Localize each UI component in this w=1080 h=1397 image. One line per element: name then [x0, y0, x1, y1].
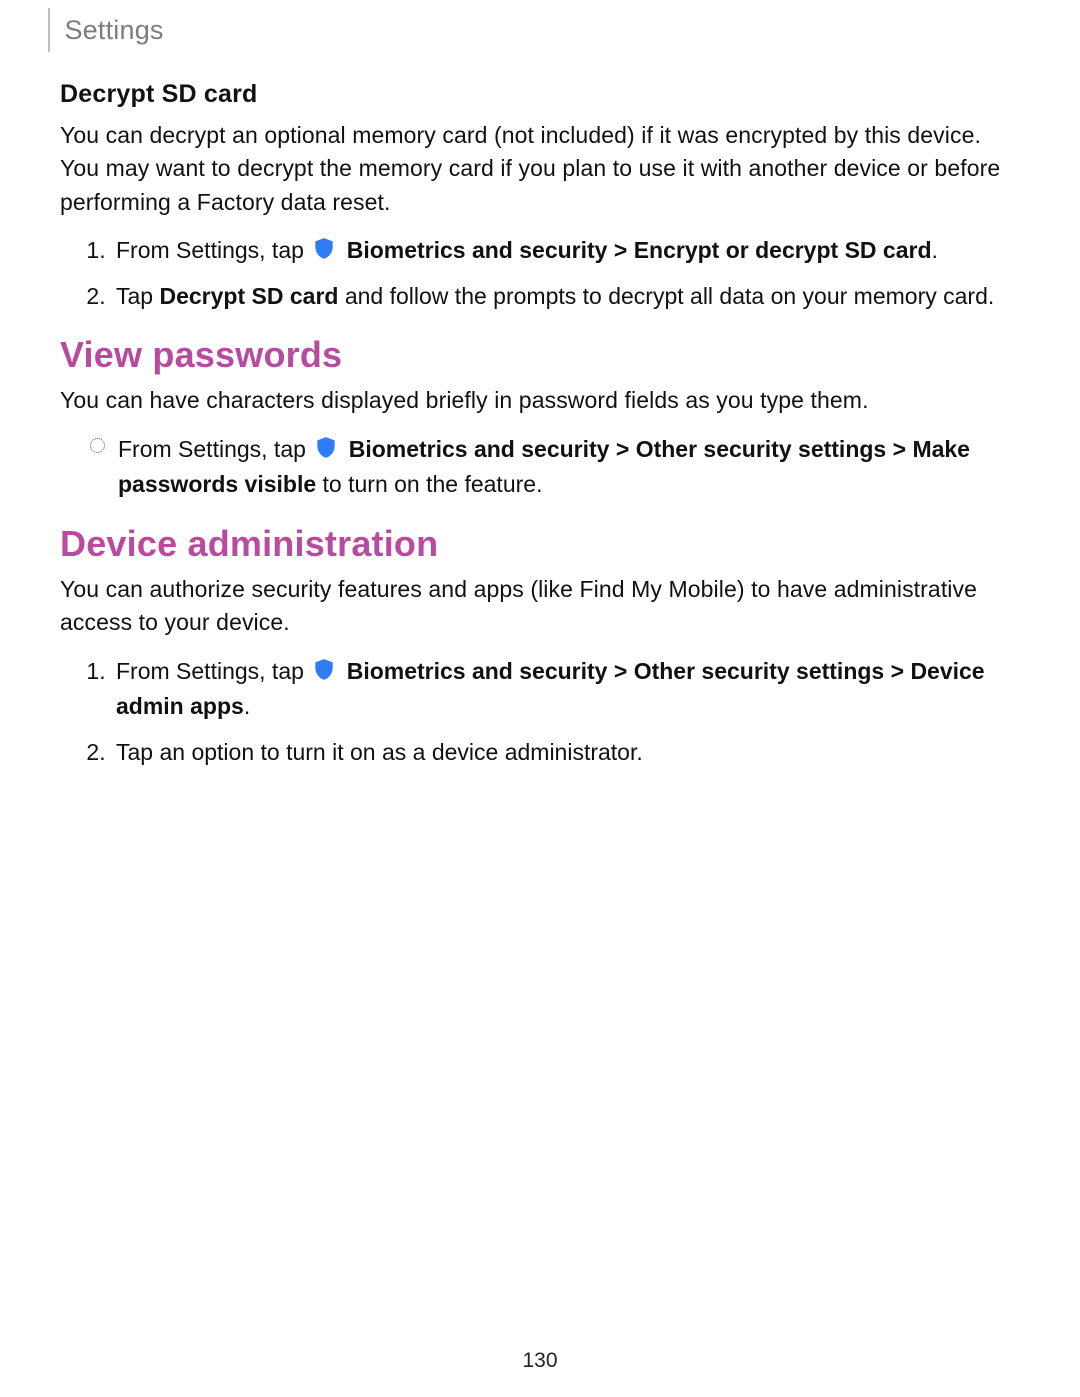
view-passwords-bullet: From Settings, tap Biometrics and securi… — [90, 432, 1020, 503]
decrypt-sd-step-2: Tap Decrypt SD card and follow the promp… — [112, 279, 1020, 315]
page-header: Settings — [48, 0, 1020, 58]
shield-icon — [311, 657, 337, 683]
text: . — [932, 237, 938, 263]
bold-text: Biometrics and security — [349, 436, 610, 462]
shield-icon — [311, 236, 337, 262]
decrypt-sd-intro: You can decrypt an optional memory card … — [60, 119, 1020, 219]
section-title-view-passwords: View passwords — [60, 334, 1020, 376]
view-passwords-bullets: From Settings, tap Biometrics and securi… — [60, 432, 1020, 503]
text: From Settings, tap — [118, 436, 312, 462]
bold-text: Other security settings — [634, 658, 885, 684]
chevron-right-icon: > — [616, 436, 629, 462]
text: From Settings, tap — [116, 658, 310, 684]
section-title-device-admin: Device administration — [60, 523, 1020, 565]
header-title: Settings — [64, 15, 163, 46]
bold-text: Biometrics and security — [347, 658, 608, 684]
subheading-decrypt-sd: Decrypt SD card — [60, 80, 1020, 109]
bold-text: Biometrics and security — [347, 237, 608, 263]
bold-text: Decrypt SD card — [159, 283, 338, 309]
chevron-right-icon: > — [891, 658, 904, 684]
bold-text: Encrypt or decrypt SD card — [634, 237, 932, 263]
chevron-right-icon: > — [893, 436, 906, 462]
device-admin-intro: You can authorize security features and … — [60, 573, 1020, 640]
text: and follow the prompts to decrypt all da… — [338, 283, 994, 309]
device-admin-steps: From Settings, tap Biometrics and securi… — [60, 654, 1020, 771]
page-number: 130 — [0, 1349, 1080, 1373]
text: . — [244, 693, 250, 719]
view-passwords-intro: You can have characters displayed briefl… — [60, 384, 1020, 417]
chevron-right-icon: > — [614, 237, 627, 263]
text: to turn on the feature. — [316, 471, 542, 497]
circle-bullet-icon — [90, 438, 105, 453]
decrypt-sd-steps: From Settings, tap Biometrics and securi… — [60, 233, 1020, 314]
text: Tap — [116, 283, 159, 309]
device-admin-step-2: Tap an option to turn it on as a device … — [112, 735, 1020, 771]
chevron-right-icon: > — [614, 658, 627, 684]
shield-icon — [313, 435, 339, 461]
header-divider — [48, 8, 50, 52]
device-admin-step-1: From Settings, tap Biometrics and securi… — [112, 654, 1020, 725]
decrypt-sd-step-1: From Settings, tap Biometrics and securi… — [112, 233, 1020, 269]
text: From Settings, tap — [116, 237, 310, 263]
bold-text: Other security settings — [636, 436, 887, 462]
page-container: Settings Decrypt SD card You can decrypt… — [0, 0, 1080, 1397]
